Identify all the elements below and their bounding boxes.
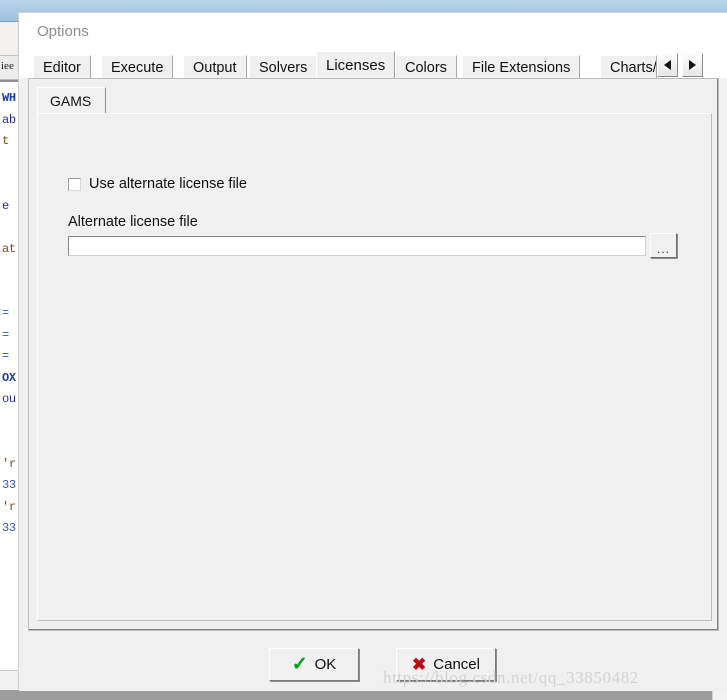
ok-button[interactable]: ✓ OK [269, 648, 359, 681]
gams-license-panel: Use alternate license file Alternate lic… [37, 113, 712, 621]
options-dialog: Options Editor Execute Output Solvers Li… [18, 12, 727, 691]
tab-file-extensions[interactable]: File Extensions [462, 55, 581, 78]
tab-output[interactable]: Output [183, 55, 247, 78]
inner-tab-gams[interactable]: GAMS [37, 87, 107, 114]
use-alternate-license-row[interactable]: Use alternate license file [68, 176, 247, 192]
check-icon: ✓ [291, 654, 308, 675]
tab-editor[interactable]: Editor [33, 55, 91, 78]
tab-scroll-left-button[interactable] [657, 53, 678, 77]
alternate-license-file-input[interactable] [68, 236, 646, 256]
triangle-right-icon [689, 60, 696, 70]
options-tab-bar: Editor Execute Output Solvers Licenses C… [19, 51, 727, 78]
tab-execute[interactable]: Execute [101, 55, 174, 78]
triangle-left-icon [664, 60, 671, 70]
cancel-button[interactable]: ✖ Cancel [396, 648, 496, 681]
x-icon: ✖ [412, 655, 427, 674]
inner-tab-bar: GAMS [37, 87, 712, 114]
use-alternate-license-label: Use alternate license file [89, 176, 247, 192]
background-tab-left-label: iee [1, 60, 14, 72]
alternate-license-file-label: Alternate license file [68, 214, 198, 230]
dialog-titlebar: Options [19, 13, 727, 51]
ok-button-label: OK [314, 656, 337, 673]
tab-licenses[interactable]: Licenses [316, 51, 396, 78]
tab-charts-gdx[interactable]: Charts/GD [600, 55, 657, 78]
tab-scroll-right-button[interactable] [682, 53, 703, 77]
browse-license-file-button[interactable]: ... [650, 233, 677, 258]
cancel-button-label: Cancel [433, 656, 480, 673]
dialog-title: Options [37, 23, 89, 40]
tab-solvers[interactable]: Solvers [249, 55, 318, 78]
background-source-code: WH ab t e at = = = OX ou 'r 33 'r 33 [2, 91, 16, 535]
licenses-tab-panel: GAMS Use alternate license file Alternat… [28, 78, 719, 631]
dialog-button-bar: ✓ OK ✖ Cancel [19, 638, 727, 691]
use-alternate-license-checkbox[interactable] [68, 177, 81, 191]
tab-colors[interactable]: Colors [395, 55, 457, 78]
